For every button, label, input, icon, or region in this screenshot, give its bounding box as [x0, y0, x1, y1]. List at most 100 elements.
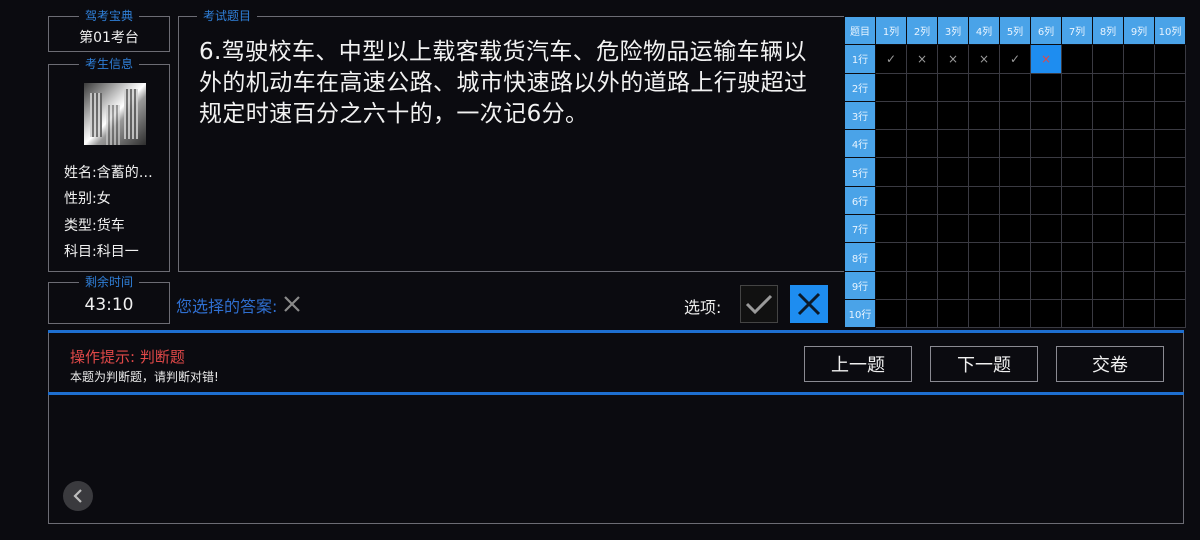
grid-cell[interactable] — [1061, 185, 1093, 216]
grid-cell[interactable]: × — [906, 44, 938, 74]
grid-cell[interactable] — [906, 129, 938, 159]
grid-cell[interactable] — [999, 72, 1031, 102]
grid-cell[interactable] — [875, 270, 907, 300]
grid-cell[interactable] — [1092, 72, 1124, 102]
grid-cell[interactable] — [875, 298, 907, 329]
grid-cell[interactable] — [1154, 72, 1186, 102]
grid-cell[interactable] — [999, 185, 1031, 216]
grid-cell[interactable] — [968, 185, 1000, 216]
grid-cell[interactable] — [937, 214, 969, 244]
grid-cell[interactable] — [906, 270, 938, 300]
grid-cell[interactable] — [1030, 72, 1062, 102]
grid-cell[interactable] — [1092, 298, 1124, 329]
grid-cell[interactable] — [1061, 242, 1093, 272]
grid-cell[interactable] — [1061, 72, 1093, 102]
grid-cell[interactable] — [1061, 100, 1093, 131]
grid-cell[interactable] — [968, 242, 1000, 272]
grid-cell[interactable] — [968, 214, 1000, 244]
grid-cell[interactable] — [1154, 44, 1186, 74]
grid-cell[interactable] — [906, 100, 938, 131]
grid-cell[interactable] — [968, 129, 1000, 159]
grid-cell[interactable] — [937, 270, 969, 300]
grid-cell[interactable] — [1154, 100, 1186, 131]
grid-cell[interactable] — [937, 298, 969, 329]
grid-cell[interactable] — [875, 100, 907, 131]
grid-cell[interactable] — [875, 157, 907, 187]
grid-cell[interactable] — [1123, 214, 1155, 244]
grid-cell[interactable] — [968, 72, 1000, 102]
grid-cell[interactable] — [968, 100, 1000, 131]
grid-cell[interactable] — [1123, 100, 1155, 131]
grid-cell[interactable] — [999, 100, 1031, 131]
grid-cell[interactable] — [999, 157, 1031, 187]
grid-cell[interactable] — [1092, 242, 1124, 272]
grid-cell[interactable] — [999, 242, 1031, 272]
grid-cell[interactable] — [1123, 157, 1155, 187]
grid-cell[interactable] — [937, 157, 969, 187]
grid-cell[interactable] — [875, 129, 907, 159]
grid-cell[interactable] — [875, 214, 907, 244]
grid-cell[interactable] — [1123, 129, 1155, 159]
grid-cell[interactable] — [999, 270, 1031, 300]
grid-cell[interactable] — [999, 129, 1031, 159]
next-question-button[interactable]: 下一题 — [930, 346, 1038, 382]
grid-cell[interactable] — [1123, 44, 1155, 74]
grid-cell[interactable] — [1061, 44, 1093, 74]
grid-cell[interactable] — [968, 270, 1000, 300]
grid-cell[interactable] — [937, 242, 969, 272]
grid-cell[interactable] — [1030, 298, 1062, 329]
submit-button[interactable]: 交卷 — [1056, 346, 1164, 382]
grid-cell[interactable] — [906, 157, 938, 187]
grid-cell[interactable] — [1154, 270, 1186, 300]
grid-cell[interactable] — [999, 298, 1031, 329]
back-button[interactable] — [63, 481, 93, 511]
grid-cell[interactable] — [875, 185, 907, 216]
grid-cell[interactable] — [937, 72, 969, 102]
grid-cell[interactable] — [968, 298, 1000, 329]
grid-cell[interactable] — [937, 100, 969, 131]
grid-cell[interactable] — [906, 242, 938, 272]
grid-cell[interactable] — [1061, 157, 1093, 187]
grid-cell[interactable] — [1030, 242, 1062, 272]
grid-cell[interactable] — [1030, 157, 1062, 187]
grid-cell[interactable]: ✓ — [999, 44, 1031, 74]
grid-cell[interactable] — [1154, 298, 1186, 329]
grid-cell[interactable] — [1154, 185, 1186, 216]
grid-cell[interactable] — [1092, 270, 1124, 300]
grid-cell[interactable] — [1030, 270, 1062, 300]
grid-cell[interactable] — [875, 72, 907, 102]
grid-cell[interactable]: × — [968, 44, 1000, 74]
grid-cell[interactable] — [1123, 242, 1155, 272]
grid-cell[interactable] — [1154, 129, 1186, 159]
grid-cell[interactable] — [1061, 129, 1093, 159]
grid-cell[interactable] — [875, 242, 907, 272]
grid-cell[interactable] — [906, 185, 938, 216]
grid-cell[interactable] — [906, 214, 938, 244]
true-option-button[interactable] — [740, 285, 778, 323]
grid-cell[interactable]: ✓ — [875, 44, 907, 74]
grid-cell[interactable] — [1030, 185, 1062, 216]
grid-cell[interactable] — [1154, 242, 1186, 272]
grid-cell[interactable] — [1092, 129, 1124, 159]
grid-cell[interactable] — [1092, 185, 1124, 216]
grid-cell[interactable] — [1092, 214, 1124, 244]
grid-cell[interactable] — [1061, 270, 1093, 300]
grid-cell[interactable] — [1123, 185, 1155, 216]
grid-cell[interactable] — [1123, 72, 1155, 102]
prev-question-button[interactable]: 上一题 — [804, 346, 912, 382]
grid-cell[interactable] — [937, 185, 969, 216]
false-option-button[interactable] — [790, 285, 828, 323]
grid-cell[interactable] — [906, 298, 938, 329]
grid-cell[interactable] — [1092, 44, 1124, 74]
grid-cell[interactable] — [906, 72, 938, 102]
grid-cell[interactable] — [968, 157, 1000, 187]
grid-cell[interactable] — [1030, 129, 1062, 159]
grid-cell[interactable]: × — [937, 44, 969, 74]
grid-cell[interactable] — [1092, 100, 1124, 131]
grid-cell[interactable] — [1030, 100, 1062, 131]
grid-cell[interactable] — [1154, 157, 1186, 187]
grid-cell[interactable] — [937, 129, 969, 159]
grid-cell[interactable] — [1154, 214, 1186, 244]
grid-cell[interactable] — [1061, 214, 1093, 244]
grid-cell[interactable] — [1092, 157, 1124, 187]
